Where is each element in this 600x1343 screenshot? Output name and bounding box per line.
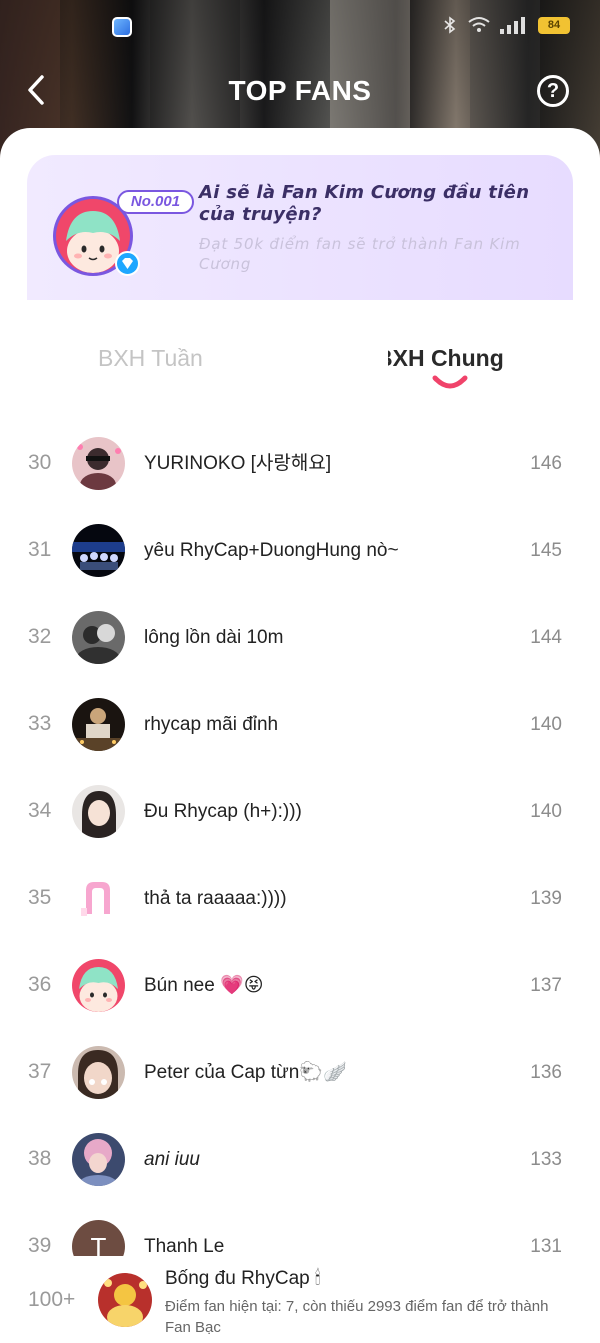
tab-indicator-icon: [432, 375, 468, 389]
fan-name: YURINOKO [사랑해요]: [144, 453, 332, 474]
list-item[interactable]: 31 yêu RhyCap+DuongHung nò~ 145: [0, 507, 600, 594]
tab-general-ranking[interactable]: BXH Chung: [388, 342, 512, 374]
signal-icon: [500, 16, 528, 34]
list-item[interactable]: 33 rhycap mãi đỉnh 140: [0, 681, 600, 768]
wifi-icon: [468, 17, 490, 32]
fan-score: 133: [530, 1149, 562, 1170]
fan-score: 144: [530, 627, 562, 648]
avatar[interactable]: [72, 785, 125, 838]
rank-number: 38: [28, 1147, 52, 1170]
tab-weekly-ranking[interactable]: BXH Tuần: [98, 342, 203, 374]
diamond-icon: [115, 251, 140, 276]
rank-number: 34: [28, 799, 52, 822]
avatar[interactable]: [72, 959, 125, 1012]
fan-score: 136: [530, 1062, 562, 1083]
rank-number: 32: [28, 625, 52, 648]
fan-score: 137: [530, 975, 562, 996]
list-item[interactable]: 37 Peter của Cap từn🐑🪽 136: [0, 1029, 600, 1116]
rank-number: 35: [28, 886, 52, 909]
rank-number: 36: [28, 973, 52, 996]
avatar[interactable]: [72, 698, 125, 751]
list-item[interactable]: 30 YURINOKO [사랑해요] 146: [0, 420, 600, 507]
fan-name: Bún nee 💗😝: [144, 975, 264, 996]
avatar[interactable]: [72, 1046, 125, 1099]
fan-name: lông lồn dài 10m: [144, 627, 284, 648]
list-item[interactable]: 36 Bún nee 💗😝 137: [0, 942, 600, 1029]
my-points-description: Điểm fan hiện tại: 7, còn thiếu 2993 điể…: [165, 1298, 549, 1336]
fan-name: thả ta raaaaa:)))): [144, 888, 287, 909]
app-notification-icon: [112, 17, 132, 37]
tab-general-label: BXH Chung: [388, 345, 504, 371]
rank-number: 31: [28, 538, 52, 561]
fan-score: 146: [530, 453, 562, 474]
bluetooth-icon: [444, 16, 456, 34]
fan-score: 140: [530, 714, 562, 735]
my-name: Bống đu RhyCap 🕯: [165, 1268, 321, 1289]
avatar[interactable]: [72, 1133, 125, 1186]
banner-title: Ai sẽ là Fan Kim Cương đầu tiên của truy…: [199, 182, 530, 225]
rank-number: 33: [28, 712, 52, 735]
fan-name: Đu Rhycap (h+):))): [144, 801, 302, 822]
fan-score: 139: [530, 888, 562, 909]
list-item[interactable]: 38 ani iuu 133: [0, 1116, 600, 1203]
page-title: TOP FANS: [228, 75, 372, 106]
rank-number: 30: [28, 451, 52, 474]
avatar[interactable]: [72, 437, 125, 490]
avatar[interactable]: [72, 872, 125, 925]
fan-name: Peter của Cap từn🐑🪽: [144, 1062, 347, 1083]
avatar[interactable]: [72, 611, 125, 664]
help-icon[interactable]: ?: [537, 75, 569, 107]
my-rank: 100+: [28, 1288, 76, 1311]
fan-score: 140: [530, 801, 562, 822]
status-bar: 84: [0, 0, 600, 50]
fan-score: 145: [530, 540, 562, 561]
fan-name: yêu RhyCap+DuongHung nò~: [144, 540, 399, 561]
status-icons: 84: [442, 16, 570, 34]
list-item[interactable]: 32 lông lồn dài 10m 144: [0, 594, 600, 681]
fan-name: rhycap mãi đỉnh: [144, 714, 279, 735]
list-item[interactable]: 35 thả ta raaaaa:)))) 139: [0, 855, 600, 942]
rank-number: 37: [28, 1060, 52, 1083]
rank-badge: No.001: [117, 190, 194, 214]
my-avatar[interactable]: [98, 1273, 152, 1327]
battery-icon: 84: [538, 16, 570, 34]
avatar[interactable]: [72, 524, 125, 577]
banner-subtitle: Đạt 50k điểm fan sẽ trở thành Fan Kim Cư…: [199, 235, 521, 273]
fan-name: ani iuu: [144, 1149, 200, 1170]
list-item[interactable]: 34 Đu Rhycap (h+):))) 140: [0, 768, 600, 855]
